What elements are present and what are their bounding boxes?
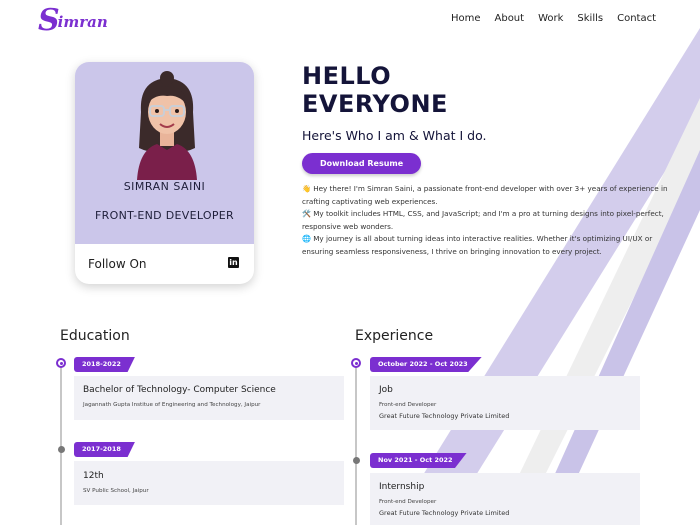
nav-work[interactable]: Work [538,13,563,24]
profile-card: SIMRAN SAINI FRONT-END DEVELOPER Follow … [75,62,254,284]
entry-role: Front-end Developer [379,499,437,505]
entry-title: Internship [379,482,425,492]
nav-about[interactable]: About [495,13,525,24]
experience-entry: Internship Front-end Developer Great Fut… [370,473,640,525]
linkedin-icon[interactable]: in [228,257,239,268]
timeline-dot-active [351,358,361,368]
timeline-dot [57,446,65,453]
timeline-dot-active [56,358,66,368]
follow-label: Follow On [88,257,147,271]
logo[interactable]: Simran [38,3,108,38]
nav-skills[interactable]: Skills [577,13,603,24]
entry-company: Great Future Technology Private Limited [379,412,510,420]
entry-title: Job [379,385,393,395]
education-timeline [60,362,62,525]
experience-timeline [355,362,357,525]
entry-role: Front-end Developer [379,402,437,408]
about-text: 👋 Hey there! I'm Simran Saini, a passion… [302,183,672,258]
timeline-dot [352,457,360,464]
entry-title: 12th [83,471,104,481]
hero-section: HELLO EVERYONE Here's Who I am & What I … [302,62,486,174]
experience-title: Experience [355,328,434,344]
experience-date-tag: Nov 2021 - Oct 2022 [370,453,467,468]
nav-contact[interactable]: Contact [617,13,656,24]
entry-institution: SV Public School, Jaipur [83,488,149,494]
download-resume-button[interactable]: Download Resume [302,153,422,174]
logo-text: imran [57,13,108,31]
entry-company: Great Future Technology Private Limited [379,509,510,517]
logo-initial: S [38,3,60,38]
main-nav: Home About Work Skills Contact [451,13,656,24]
education-date-tag: 2018-2022 [74,357,135,372]
site-header: Simran Home About Work Skills Contact [0,0,700,42]
hero-heading-line2: EVERYONE [302,90,448,118]
about-paragraph: 🌐 My journey is all about turning ideas … [302,234,653,256]
experience-date-tag: October 2022 - Oct 2023 [370,357,482,372]
about-paragraph: 🛠️ My toolkit includes HTML, CSS, and Ja… [302,209,664,231]
hero-tagline: Here's Who I am & What I do. [302,128,487,143]
about-paragraph: 👋 Hey there! I'm Simran Saini, a passion… [302,184,668,206]
education-entry: Bachelor of Technology- Computer Science… [74,376,344,420]
profile-name: SIMRAN SAINI [123,180,206,193]
education-date-tag: 2017-2018 [74,442,135,457]
education-title: Education [60,328,130,344]
profile-role: FRONT-END DEVELOPER [95,209,234,222]
education-entry: 12th SV Public School, Jaipur [74,461,344,505]
entry-title: Bachelor of Technology- Computer Science [83,385,276,395]
hero-heading-line1: HELLO [302,62,392,90]
entry-institution: Jagannath Gupta Institue of Engineering … [83,402,261,408]
nav-home[interactable]: Home [451,13,481,24]
experience-entry: Job Front-end Developer Great Future Tec… [370,376,640,430]
avatar [137,71,197,180]
